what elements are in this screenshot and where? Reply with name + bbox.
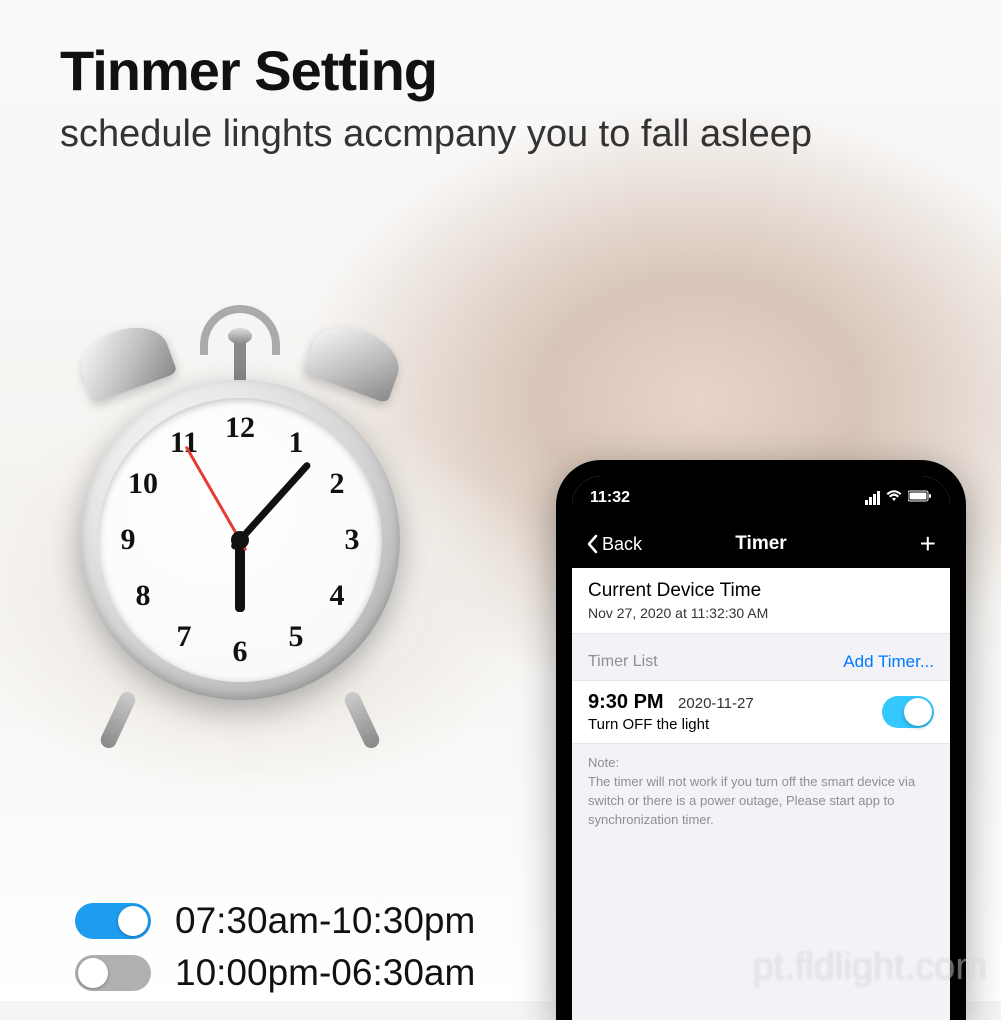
clock-numeral: 3 [345, 523, 360, 557]
phone-notch [671, 476, 851, 506]
note-label: Note: [588, 754, 934, 773]
nav-bar: Back Timer + [572, 520, 950, 568]
current-time-label: Current Device Time [588, 580, 934, 602]
clock-numeral: 12 [225, 411, 255, 445]
timer-note: Note: The timer will not work if you tur… [572, 744, 950, 839]
clock-numeral: 11 [170, 426, 198, 460]
phone-mockup: 11:32 Back Timer + Current Device Time N… [556, 460, 966, 1020]
schedule-on-row: 07:30am-10:30pm [75, 900, 475, 942]
note-text: The timer will not work if you turn off … [588, 773, 934, 830]
clock-numeral: 9 [121, 523, 136, 557]
timer-time: 9:30 PM [588, 691, 664, 713]
clock-numeral: 4 [329, 579, 344, 613]
nav-title: Timer [735, 533, 786, 555]
current-time-card: Current Device Time Nov 27, 2020 at 11:3… [572, 568, 950, 634]
back-button[interactable]: Back [586, 534, 642, 555]
battery-icon [908, 489, 932, 507]
toggle-on-icon [75, 903, 151, 939]
heading-block: Tinmer Setting schedule linghts accmpany… [60, 38, 812, 156]
clock-numeral: 7 [177, 620, 192, 654]
page-title: Tinmer Setting [60, 38, 812, 103]
clock-numeral: 8 [136, 579, 151, 613]
timer-row[interactable]: 9:30 PM 2020-11-27 Turn OFF the light [572, 680, 950, 744]
add-button[interactable]: + [920, 528, 936, 560]
wifi-icon [886, 489, 902, 507]
alarm-clock-illustration: 121234567891011 [60, 280, 420, 800]
clock-numeral: 1 [289, 426, 304, 460]
timer-date: 2020-11-27 [678, 695, 754, 712]
back-label: Back [602, 534, 642, 555]
page-subtitle: schedule linghts accmpany you to fall as… [60, 113, 812, 156]
current-time-value: Nov 27, 2020 at 11:32:30 AM [588, 605, 934, 621]
clock-bell-left-icon [72, 316, 177, 403]
timer-action: Turn OFF the light [588, 716, 754, 733]
schedule-legend: 07:30am-10:30pm 10:00pm-06:30am [75, 900, 475, 994]
signal-icon [865, 491, 880, 505]
clock-numeral: 2 [329, 467, 344, 501]
clock-bell-right-icon [302, 316, 407, 403]
timer-toggle[interactable] [882, 696, 934, 728]
schedule-off-range: 10:00pm-06:30am [175, 952, 475, 994]
schedule-off-row: 10:00pm-06:30am [75, 952, 475, 994]
timer-list-header: Timer List Add Timer... [572, 634, 950, 680]
clock-numeral: 10 [128, 467, 158, 501]
add-timer-link[interactable]: Add Timer... [843, 652, 934, 672]
chevron-left-icon [586, 534, 598, 554]
status-time: 11:32 [590, 489, 630, 507]
timer-list-label: Timer List [588, 653, 658, 671]
schedule-on-range: 07:30am-10:30pm [175, 900, 475, 942]
clock-numeral: 6 [233, 635, 248, 669]
toggle-off-icon [75, 955, 151, 991]
clock-numeral: 5 [289, 620, 304, 654]
